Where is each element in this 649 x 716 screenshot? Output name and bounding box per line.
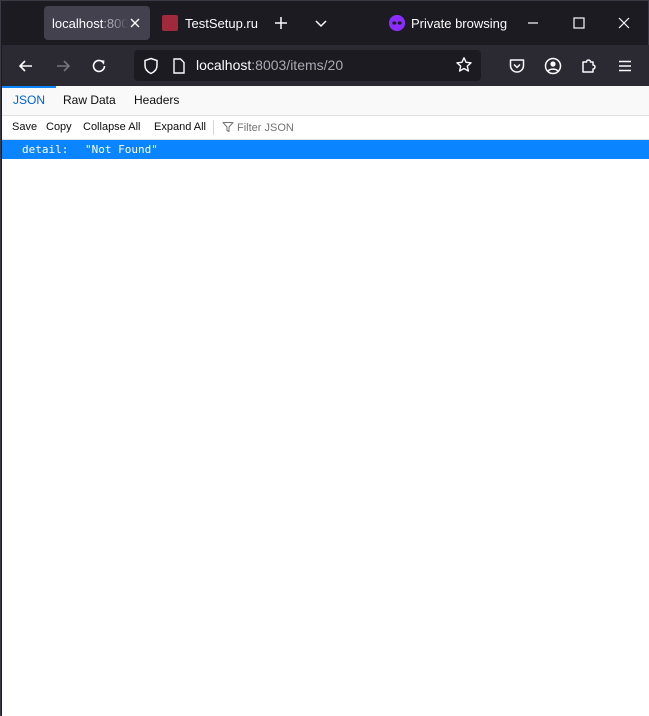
maximize-icon[interactable] [569,13,589,33]
star-icon[interactable] [455,56,473,74]
shield-icon[interactable] [142,57,160,75]
account-icon[interactable] [543,56,563,76]
private-label: Private browsing [411,15,508,31]
tab-localhost[interactable]: localhost:8003/items/20 [44,6,150,40]
extensions-icon[interactable] [579,56,599,76]
window-close-icon[interactable] [614,13,634,33]
json-row[interactable]: detail: "Not Found" [2,140,649,159]
tab-testsetup[interactable]: TestSetup.ru [154,6,264,40]
navigation-toolbar: localhost:8003/items/20 [2,45,649,86]
close-icon[interactable] [128,16,142,30]
tab-strip: localhost:8003/items/20 TestSetup.ru Pri… [1,1,648,45]
browser-window: localhost:8003/items/20 TestSetup.ru Pri… [0,0,649,716]
tab-headers[interactable]: Headers [123,86,190,115]
filter-icon [222,121,234,133]
filter-json-input[interactable] [237,118,437,137]
reload-icon[interactable] [89,56,109,76]
json-value: "Not Found" [85,143,158,156]
tab-json[interactable]: JSON [2,86,57,115]
minimize-icon[interactable] [523,13,543,33]
back-arrow-icon[interactable] [16,56,36,76]
address-bar[interactable]: localhost:8003/items/20 [134,50,481,81]
tab-title: TestSetup.ru [185,15,258,31]
private-browsing-indicator: Private browsing [389,13,507,33]
url-text[interactable]: localhost:8003/items/20 [196,57,343,73]
favicon-icon [162,15,178,31]
plus-icon[interactable] [271,13,291,33]
chevron-down-icon[interactable] [313,15,329,31]
pocket-icon[interactable] [507,56,527,76]
hamburger-menu-icon[interactable] [615,56,635,76]
viewer-toolbar: Save Copy Collapse All Expand All [2,116,649,140]
forward-arrow-icon[interactable] [53,56,73,76]
save-button[interactable]: Save [12,116,37,139]
toolbar-divider [213,120,214,135]
json-viewer: JSON Raw Data Headers Save Copy Collapse… [2,86,649,716]
json-key: detail: [22,143,69,156]
tab-raw-data[interactable]: Raw Data [52,86,127,115]
tab-title: localhost:8003/items/20 [52,15,128,31]
private-mask-icon [389,15,405,31]
page-icon[interactable] [172,58,186,74]
viewer-tab-bar: JSON Raw Data Headers [2,86,649,116]
collapse-all-button[interactable]: Collapse All [83,116,140,139]
expand-all-button[interactable]: Expand All [154,116,206,139]
copy-button[interactable]: Copy [46,116,72,139]
